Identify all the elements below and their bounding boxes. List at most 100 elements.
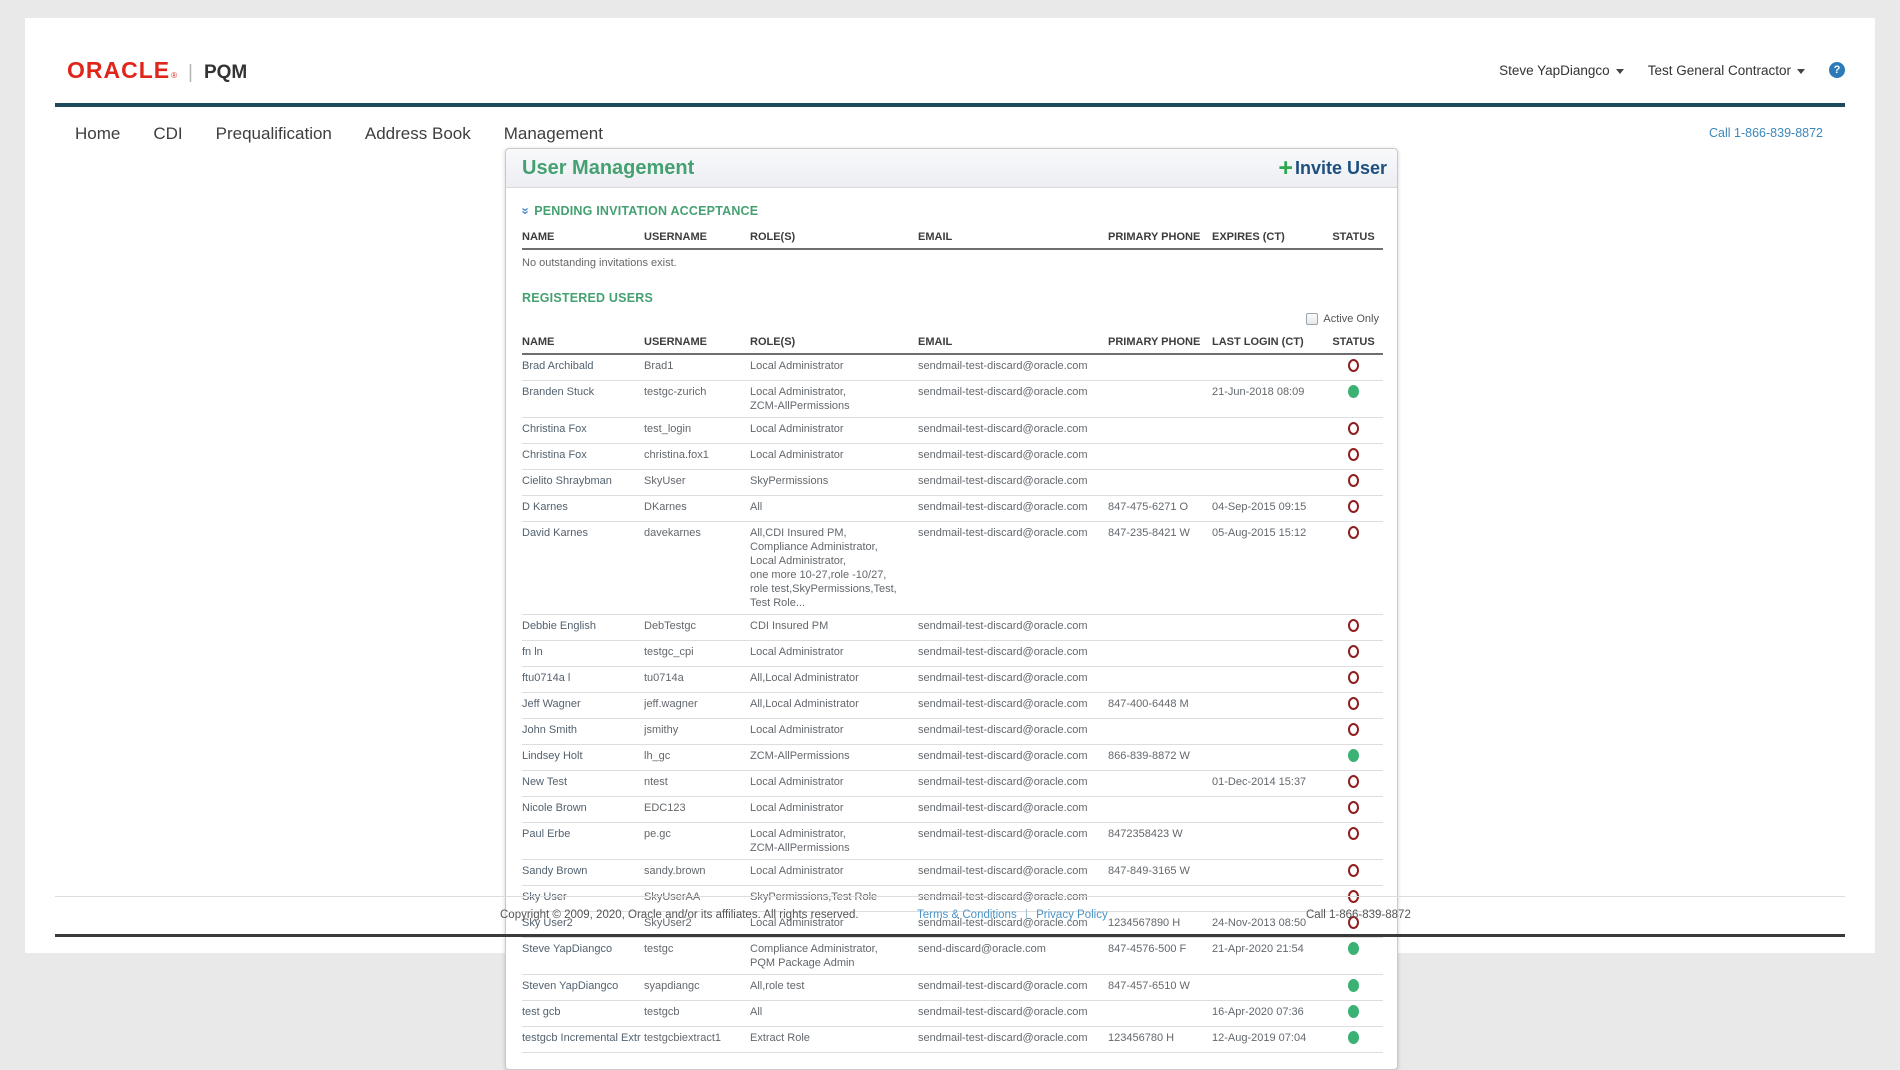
user-primary-phone <box>1108 470 1212 496</box>
user-username: tu0714a <box>644 667 750 693</box>
privacy-link[interactable]: Privacy Policy <box>1036 909 1108 921</box>
nav-item[interactable]: CDI <box>153 124 182 144</box>
user-name[interactable]: ftu0714a l <box>522 667 644 693</box>
column-header: USERNAME <box>644 331 750 354</box>
status-icon <box>1348 1031 1359 1044</box>
header-menus: Steve YapDiangco Test General Contractor… <box>1499 62 1845 78</box>
user-name[interactable]: Sandy Brown <box>522 860 644 886</box>
help-icon[interactable]: ? <box>1829 62 1845 78</box>
user-status-cell <box>1328 470 1383 496</box>
page: ORACLE ® | PQM Steve YapDiangco Test Gen… <box>25 18 1875 953</box>
user-name[interactable]: David Karnes <box>522 522 644 615</box>
user-last-login <box>1212 667 1328 693</box>
user-name[interactable]: Branden Stuck <box>522 381 644 418</box>
user-username: DKarnes <box>644 496 750 522</box>
column-header: EXPIRES (CT) <box>1212 226 1328 249</box>
user-roles: ZCM-AllPermissions <box>750 745 918 771</box>
user-status-cell <box>1328 823 1383 860</box>
user-name[interactable]: Cielito Shraybman <box>522 470 644 496</box>
user-username: SkyUser <box>644 470 750 496</box>
user-row: fn ln testgc_cpi Local Administrator sen… <box>522 641 1383 667</box>
active-only-label: Active Only <box>1323 313 1379 325</box>
column-header: LAST LOGIN (CT) <box>1212 331 1328 354</box>
user-last-login <box>1212 823 1328 860</box>
user-name[interactable]: Christina Fox <box>522 444 644 470</box>
user-status-cell <box>1328 860 1383 886</box>
status-icon <box>1348 979 1359 992</box>
user-row: John Smith jsmithy Local Administrator s… <box>522 719 1383 745</box>
nav-item[interactable]: Home <box>75 124 120 144</box>
user-username: jsmithy <box>644 719 750 745</box>
user-last-login <box>1212 418 1328 444</box>
collapse-chevron-icon[interactable]: » <box>521 207 531 214</box>
nav-item[interactable]: Management <box>504 124 603 144</box>
status-icon <box>1348 474 1359 487</box>
user-name[interactable]: Debbie English <box>522 615 644 641</box>
user-name[interactable]: test gcb <box>522 1001 644 1027</box>
user-last-login <box>1212 797 1328 823</box>
user-primary-phone <box>1108 418 1212 444</box>
column-header: EMAIL <box>918 226 1108 249</box>
user-username: sandy.brown <box>644 860 750 886</box>
user-name[interactable]: Nicole Brown <box>522 797 644 823</box>
user-username: testgc <box>644 938 750 975</box>
nav-item[interactable]: Address Book <box>365 124 471 144</box>
status-icon <box>1348 864 1359 877</box>
user-menu-label: Steve YapDiangco <box>1499 63 1610 78</box>
user-name[interactable]: John Smith <box>522 719 644 745</box>
user-name[interactable]: Paul Erbe <box>522 823 644 860</box>
user-email: sendmail-test-discard@oracle.com <box>918 381 1108 418</box>
user-email: sendmail-test-discard@oracle.com <box>918 470 1108 496</box>
user-last-login <box>1212 860 1328 886</box>
column-header: ROLE(S) <box>750 226 918 249</box>
user-name[interactable]: Lindsey Holt <box>522 745 644 771</box>
org-menu[interactable]: Test General Contractor <box>1648 63 1805 78</box>
status-icon <box>1348 801 1359 814</box>
user-name[interactable]: Steve YapDiangco <box>522 938 644 975</box>
nav-call-link[interactable]: Call 1-866-839-8872 <box>1709 126 1823 140</box>
brand-logo[interactable]: ORACLE ® | PQM <box>67 57 247 84</box>
user-row: Cielito Shraybman SkyUser SkyPermissions… <box>522 470 1383 496</box>
nav-item[interactable]: Prequalification <box>216 124 332 144</box>
user-name[interactable]: Steven YapDiangco <box>522 975 644 1001</box>
user-status-cell <box>1328 938 1383 975</box>
column-header: USERNAME <box>644 226 750 249</box>
active-only-filter: Active Only <box>522 313 1379 325</box>
user-email: sendmail-test-discard@oracle.com <box>918 975 1108 1001</box>
user-primary-phone: 847-849-3165 W <box>1108 860 1212 886</box>
user-menu[interactable]: Steve YapDiangco <box>1499 63 1624 78</box>
user-username: ntest <box>644 771 750 797</box>
active-only-checkbox[interactable] <box>1306 313 1318 325</box>
user-name[interactable]: fn ln <box>522 641 644 667</box>
user-row: Nicole Brown EDC123 Local Administrator … <box>522 797 1383 823</box>
column-header: PRIMARY PHONE <box>1108 331 1212 354</box>
user-name[interactable]: Jeff Wagner <box>522 693 644 719</box>
user-status-cell <box>1328 496 1383 522</box>
user-name[interactable]: testgcb Incremental Extr <box>522 1027 644 1053</box>
user-primary-phone <box>1108 1001 1212 1027</box>
terms-link[interactable]: Terms & Conditions <box>917 909 1017 921</box>
user-roles: Local Administrator <box>750 797 918 823</box>
user-email: sendmail-test-discard@oracle.com <box>918 444 1108 470</box>
user-name[interactable]: D Karnes <box>522 496 644 522</box>
user-last-login <box>1212 444 1328 470</box>
status-icon <box>1348 619 1359 632</box>
user-roles: Extract Role <box>750 1027 918 1053</box>
org-menu-label: Test General Contractor <box>1648 63 1791 78</box>
status-icon <box>1348 827 1359 840</box>
user-roles: All <box>750 1001 918 1027</box>
user-roles: Local Administrator <box>750 354 918 381</box>
user-primary-phone <box>1108 797 1212 823</box>
user-status-cell <box>1328 615 1383 641</box>
invite-user-button[interactable]: + Invite User <box>1278 158 1387 179</box>
user-name[interactable]: Brad Archibald <box>522 354 644 381</box>
user-name[interactable]: Christina Fox <box>522 418 644 444</box>
user-email: sendmail-test-discard@oracle.com <box>918 354 1108 381</box>
status-icon <box>1348 749 1359 762</box>
user-roles: Compliance Administrator, PQM Package Ad… <box>750 938 918 975</box>
user-name[interactable]: New Test <box>522 771 644 797</box>
user-email: sendmail-test-discard@oracle.com <box>918 641 1108 667</box>
user-username: DebTestgc <box>644 615 750 641</box>
user-row: Sandy Brown sandy.brown Local Administra… <box>522 860 1383 886</box>
user-email: sendmail-test-discard@oracle.com <box>918 693 1108 719</box>
